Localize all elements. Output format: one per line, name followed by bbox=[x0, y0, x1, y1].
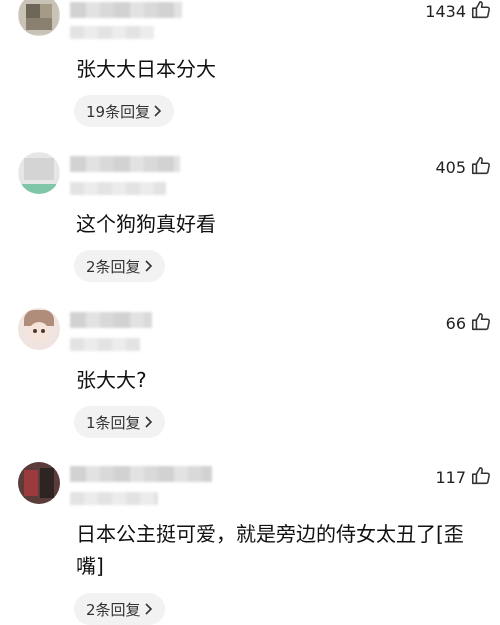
username-redacted[interactable] bbox=[70, 2, 182, 18]
comment-text: 这个狗狗真好看 bbox=[76, 212, 216, 236]
chevron-right-icon bbox=[144, 260, 152, 272]
comment-item: 1434 张大大日本分大 19条回复 bbox=[0, 0, 500, 140]
comment-item: 66 张大大? 1条回复 bbox=[0, 308, 500, 448]
meta-redacted bbox=[70, 26, 154, 39]
chevron-right-icon bbox=[144, 416, 152, 428]
username-redacted[interactable] bbox=[70, 312, 152, 328]
thumbs-up-icon[interactable] bbox=[470, 465, 492, 487]
comment-item: 405 这个狗狗真好看 2条回复 bbox=[0, 152, 500, 292]
avatar[interactable] bbox=[18, 308, 60, 350]
username-redacted[interactable] bbox=[70, 466, 212, 482]
thumbs-up-icon[interactable] bbox=[470, 155, 492, 177]
replies-label: 1条回复 bbox=[86, 413, 141, 432]
meta-redacted bbox=[70, 338, 140, 351]
view-replies-button[interactable]: 2条回复 bbox=[74, 250, 165, 282]
replies-label: 2条回复 bbox=[86, 600, 141, 619]
like-count: 117 bbox=[435, 468, 466, 487]
like-count: 405 bbox=[435, 158, 466, 177]
thumbs-up-icon[interactable] bbox=[470, 311, 492, 333]
comment-text: 日本公主挺可爱，就是旁边的侍女太丑了[歪嘴] bbox=[76, 522, 464, 578]
replies-label: 2条回复 bbox=[86, 257, 141, 276]
comment-text: 张大大? bbox=[76, 368, 147, 392]
replies-label: 19条回复 bbox=[86, 102, 151, 121]
avatar[interactable] bbox=[18, 0, 60, 36]
view-replies-button[interactable]: 19条回复 bbox=[74, 95, 175, 127]
username-redacted[interactable] bbox=[70, 156, 180, 172]
like-count: 1434 bbox=[425, 2, 466, 21]
comment-item: 117 日本公主挺可爱，就是旁边的侍女太丑了[歪嘴] 2条回复 bbox=[0, 462, 500, 625]
view-replies-button[interactable]: 2条回复 bbox=[74, 593, 165, 625]
comment-text: 张大大日本分大 bbox=[76, 57, 216, 81]
chevron-right-icon bbox=[154, 105, 162, 117]
meta-redacted bbox=[70, 492, 158, 505]
view-replies-button[interactable]: 1条回复 bbox=[74, 406, 165, 438]
meta-redacted bbox=[70, 182, 166, 195]
avatar[interactable] bbox=[18, 152, 60, 194]
like-count: 66 bbox=[445, 314, 466, 333]
avatar[interactable] bbox=[18, 462, 60, 504]
thumbs-up-icon[interactable] bbox=[470, 0, 492, 21]
chevron-right-icon bbox=[144, 603, 152, 615]
